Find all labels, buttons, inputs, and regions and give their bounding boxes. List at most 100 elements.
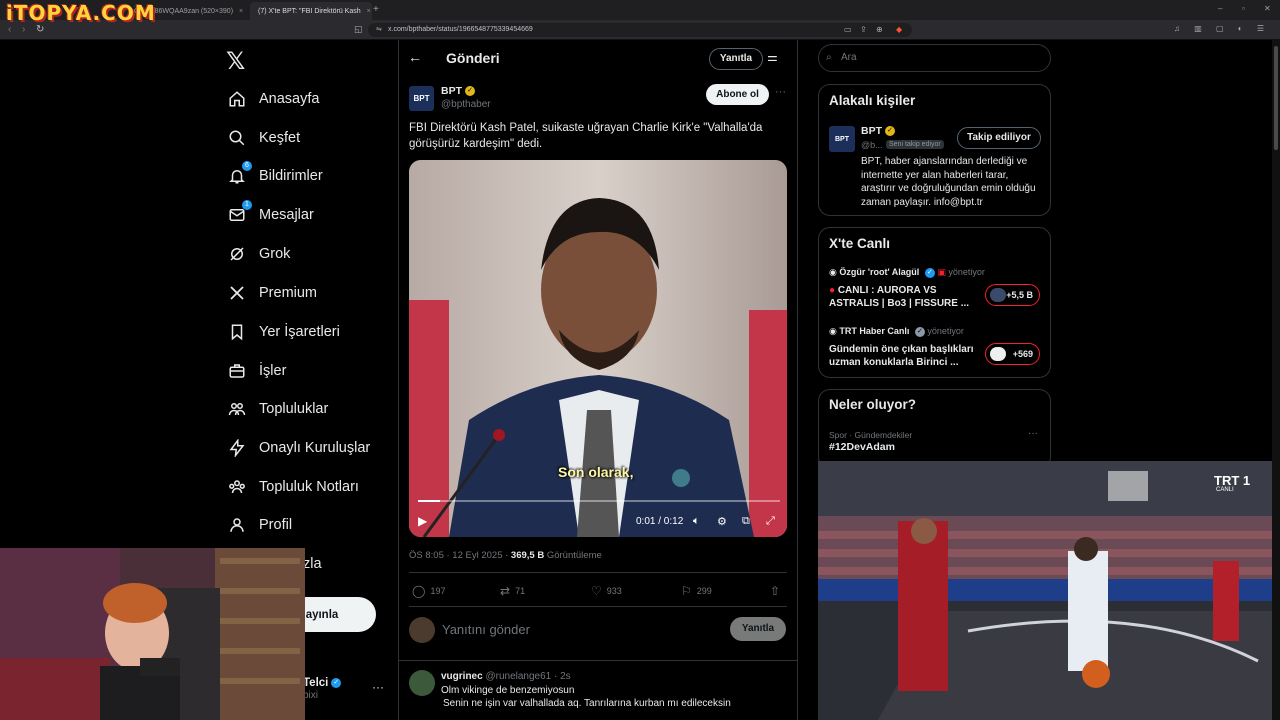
x-logo-icon[interactable]: 𝕏 [226, 47, 245, 75]
reply-header-button[interactable]: Yanıtla [709, 48, 763, 70]
nav-label: Grok [259, 246, 291, 262]
browser-tabbar: G0pc186WQAA9zan (520×390) × (7) X'te BPT:… [0, 0, 1280, 20]
bookmark-action[interactable]: ⚐ 299 [681, 584, 712, 598]
sliders-icon[interactable]: ⚌ [767, 50, 778, 64]
browser-tab-active[interactable]: (7) X'te BPT: "FBI Direktörü Kash × [250, 2, 372, 20]
repost-action[interactable]: ⇄ 71 [500, 584, 525, 598]
brave-shield-icon[interactable]: ◆ [896, 23, 902, 37]
live-listener-count[interactable]: +5,5 B [985, 284, 1040, 306]
avatar: ◉ [829, 267, 840, 277]
more-icon[interactable]: ··· [372, 680, 384, 694]
tweet-timestamp[interactable]: ÖS 8:05 · 12 Eyl 2025 · [409, 550, 511, 561]
play-icon[interactable]: ▶ [418, 514, 427, 528]
bookmark-page-icon[interactable]: ◱ [354, 24, 363, 35]
more-icon[interactable]: ··· [1028, 428, 1038, 439]
site-info-icon[interactable]: ⇋ [376, 23, 382, 37]
live-host-name: TRT Haber Canlı [839, 326, 910, 336]
share-icon[interactable]: ⇪ [860, 23, 867, 37]
back-arrow-icon[interactable]: ← [408, 49, 422, 65]
maximize-icon[interactable]: ▫ [1242, 4, 1245, 13]
share-action[interactable]: ⇧ [770, 584, 785, 598]
video-time: 0:01 / 0:12 [636, 516, 684, 527]
scrollbar-thumb[interactable] [1274, 46, 1278, 150]
comment-text: Olm vikinge de benzemiyosun [441, 685, 575, 696]
live-host[interactable]: ◉ TRT Haber Canlı ✓ yönetiyor [829, 326, 964, 337]
comment-author[interactable]: vugrinec @runelange61 · 2s [441, 671, 571, 682]
card-title: Neler oluyor? [829, 397, 917, 412]
comment-text: Senin ne işin var valhallada aq. Tanrıla… [443, 698, 731, 709]
post-label: ayınla [305, 608, 339, 621]
video-player[interactable] [409, 160, 787, 537]
trend-category: Spor · Gündemdekiler [829, 430, 913, 440]
close-icon[interactable]: × [239, 8, 243, 15]
more-icon[interactable]: ··· [775, 86, 786, 98]
nav-item-communities[interactable]: Topluluklar [228, 395, 328, 423]
nav-label: Premium [259, 285, 318, 301]
avatar[interactable] [409, 617, 435, 643]
subscribe-button[interactable]: Abone ol [706, 84, 769, 105]
zoom-icon[interactable]: ⊕ [876, 23, 883, 37]
live-listener-count[interactable]: +569 [985, 343, 1040, 365]
extensions-icons[interactable]: ♫ ▥ ▢ ◐ ☰ [1174, 24, 1270, 33]
record-icon: ● [829, 285, 838, 296]
person-icon [228, 516, 246, 534]
nav-item-bookmarks[interactable]: Yer İşaretleri [228, 318, 340, 346]
following-button[interactable]: Takip ediliyor [957, 127, 1041, 149]
home-icon [228, 90, 246, 108]
avatar [990, 288, 1006, 302]
nav-item-premium[interactable]: Premium [228, 279, 317, 307]
nav-label: zla [303, 556, 322, 572]
avatar [990, 347, 1006, 361]
like-action[interactable]: ♡ 933 [591, 584, 622, 598]
nav-item-profile[interactable]: Profil [228, 511, 292, 539]
card-title: Alakalı kişiler [829, 93, 916, 108]
nav-item-messages[interactable]: 1 Mesajlar [228, 200, 314, 229]
bookmark-count: 299 [696, 586, 712, 596]
avatar[interactable]: BPT [409, 86, 434, 111]
nav-item-notifications[interactable]: 6 Bildirimler [228, 161, 323, 190]
nav-item-grok[interactable]: Grok [228, 240, 290, 268]
avatar[interactable] [409, 670, 435, 696]
nav-item-more[interactable]: zla [303, 550, 322, 578]
search-input[interactable]: Ara [818, 44, 1051, 72]
pip-icon[interactable]: ⧉ [742, 515, 750, 528]
bookmark-icon [228, 323, 246, 341]
live-title[interactable]: ● CANLI : AURORA VS ASTRALIS | Bo3 | FIS… [829, 284, 979, 310]
reply-input[interactable]: Yanıtını gönder [442, 622, 530, 637]
volume-icon[interactable]: 🔈︎ [693, 515, 700, 528]
live-host[interactable]: ◉ Özgür 'root' Alagül ✓ ▣ yönetiyor [829, 267, 985, 278]
reply-action[interactable]: ◯ 197 [412, 584, 445, 598]
related-name[interactable]: BPT ✓ [861, 125, 895, 137]
screen-icon[interactable]: ▭ [844, 23, 852, 37]
minimize-icon[interactable]: – [1218, 4, 1222, 13]
page-title: Gönderi [446, 50, 500, 66]
url-field[interactable]: ⇋ x.com/bpthaber/status/1966548775339454… [368, 23, 912, 37]
account-name-text: Telci [303, 677, 329, 689]
x-premium-icon [228, 284, 246, 302]
nav-item-jobs[interactable]: İşler [228, 357, 286, 385]
nav-item-explore[interactable]: Keşfet [228, 124, 300, 152]
related-bio: BPT, haber ajanslarından derlediği ve in… [861, 156, 1036, 208]
avatar[interactable]: BPT [829, 126, 855, 152]
card-title: X'te Canlı [829, 236, 890, 251]
new-tab-icon[interactable]: + [373, 4, 379, 15]
nav-item-verified-orgs[interactable]: Onaylı Kuruluşlar [228, 434, 370, 462]
fullscreen-icon[interactable]: ⤢ [766, 515, 775, 528]
tab-label: (7) X'te BPT: "FBI Direktörü Kash [258, 7, 361, 15]
nav-item-community-notes[interactable]: Topluluk Notları [228, 473, 359, 501]
share-icon: ⇧ [770, 584, 781, 598]
notification-badge: 6 [242, 161, 252, 171]
reply-submit-button[interactable]: Yanıtla [730, 617, 786, 641]
trend-hashtag[interactable]: #12DevAdam [829, 441, 895, 453]
close-icon[interactable]: × [367, 8, 371, 15]
nav-item-home[interactable]: Anasayfa [228, 85, 319, 113]
account-name[interactable]: Telci ✓ [303, 677, 342, 689]
live-title[interactable]: Gündemin öne çıkan başlıkları uzman konu… [829, 343, 979, 369]
close-window-icon[interactable]: ✕ [1264, 4, 1271, 13]
reply-icon: ◯ [412, 584, 426, 598]
webcam-overlay [0, 548, 305, 720]
author-handle[interactable]: @bpthaber [441, 99, 491, 110]
video-progress-bar[interactable] [418, 500, 780, 502]
author-name[interactable]: BPT ✓ [441, 85, 475, 97]
settings-gear-icon[interactable]: ⚙ [717, 515, 727, 528]
